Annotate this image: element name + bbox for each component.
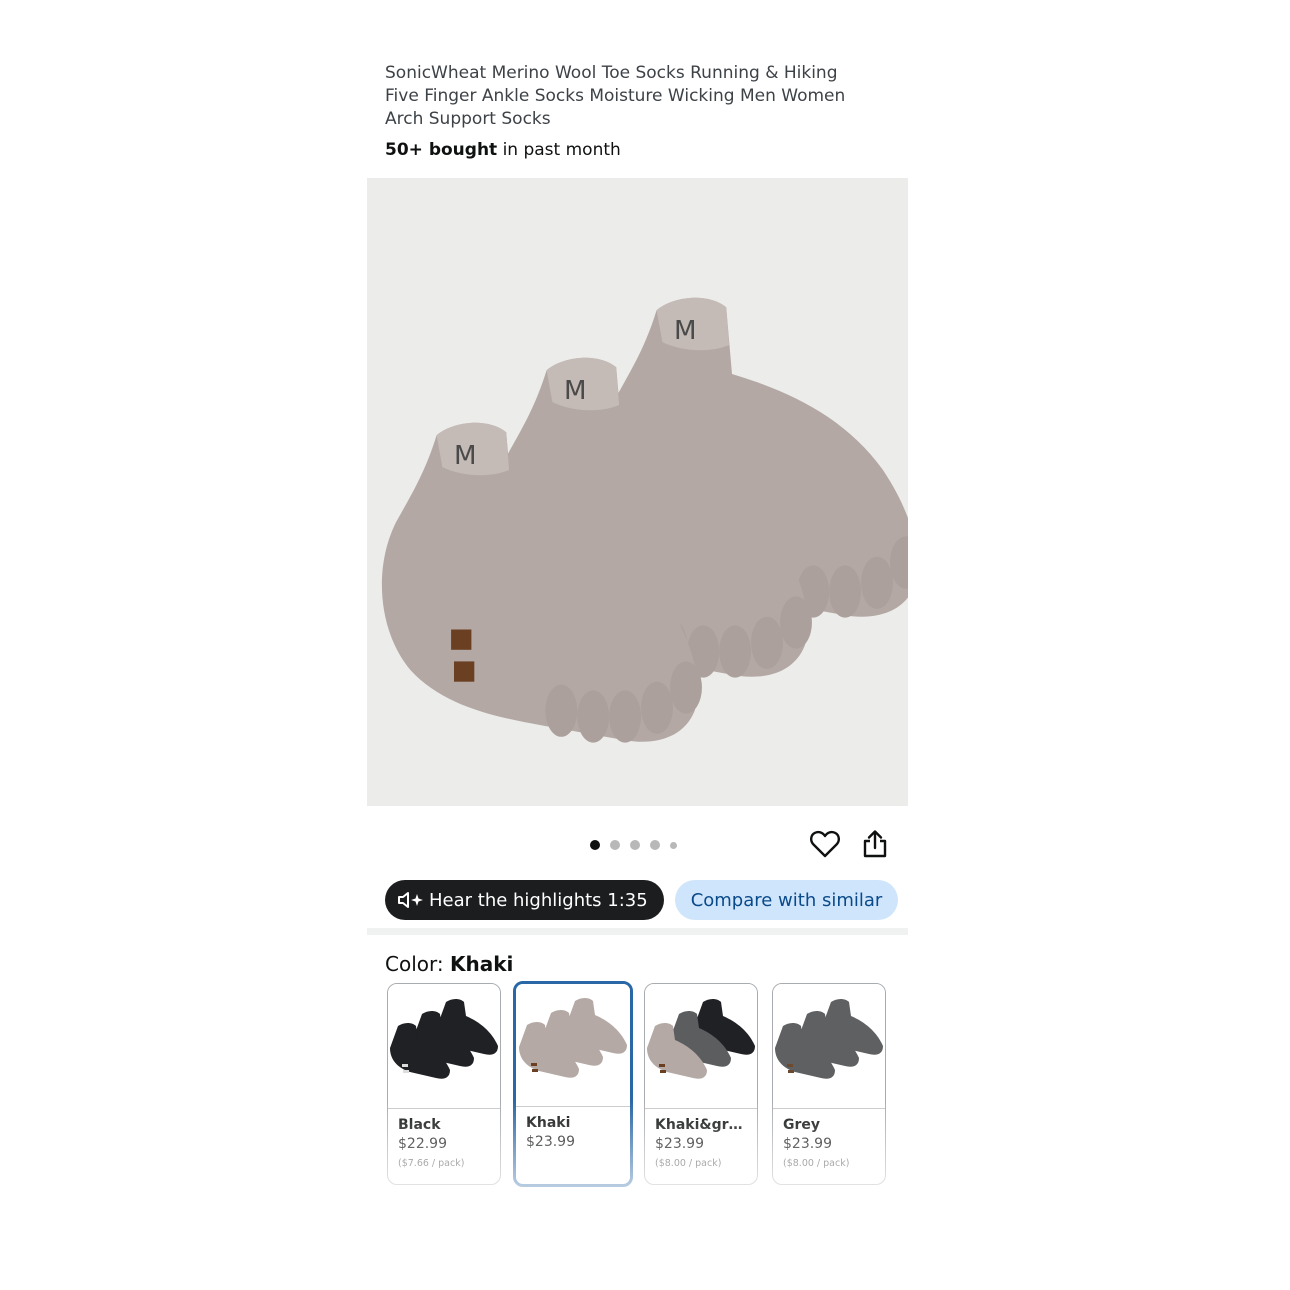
product-image[interactable]: M bbox=[367, 178, 908, 806]
gallery-dot[interactable] bbox=[610, 840, 620, 850]
swatch-thumbnail bbox=[516, 984, 630, 1107]
gallery-dot[interactable] bbox=[590, 840, 600, 850]
compare-similar-chip[interactable]: Compare with similar bbox=[674, 880, 899, 920]
swatch-khaki-grey[interactable]: Khaki&grey… $23.99 ($8.00 / pack) bbox=[644, 983, 758, 1185]
color-swatches: Black $22.99 ($7.66 / pack) Khaki $23.99 bbox=[387, 981, 907, 1188]
swatch-price: $23.99 bbox=[526, 1134, 575, 1150]
color-label: Color: Khaki bbox=[385, 952, 513, 976]
swatch-name: Khaki&grey… bbox=[655, 1117, 749, 1133]
swatch-name: Khaki bbox=[526, 1115, 571, 1131]
hear-highlights-chip[interactable]: Hear the highlights 1:35 bbox=[385, 880, 664, 920]
section-divider bbox=[367, 928, 908, 935]
hear-highlights-label: Hear the highlights 1:35 bbox=[429, 889, 648, 911]
swatch-price: $23.99 bbox=[655, 1136, 704, 1152]
swatch-thumbnail bbox=[388, 984, 500, 1109]
sock-thumbnail-black bbox=[390, 999, 498, 1079]
bought-count: 50+ bought in past month bbox=[385, 140, 621, 160]
compare-similar-label: Compare with similar bbox=[690, 889, 883, 911]
color-selected-value: Khaki bbox=[449, 952, 514, 976]
gallery-dot[interactable] bbox=[670, 841, 677, 849]
sock-thumbnail-khaki bbox=[519, 998, 627, 1078]
swatch-price: $22.99 bbox=[398, 1136, 447, 1152]
feature-chips[interactable]: Hear the highlights 1:35 Compare with si… bbox=[385, 880, 908, 920]
speaker-sparkle-icon bbox=[398, 892, 423, 908]
swatch-thumbnail bbox=[645, 984, 757, 1109]
swatch-name: Grey bbox=[783, 1117, 821, 1133]
swatch-price: $23.99 bbox=[783, 1136, 832, 1152]
chip-row: Hear the highlights 1:35 Compare with si… bbox=[385, 880, 908, 920]
share-button[interactable] bbox=[858, 827, 892, 861]
swatch-thumbnail bbox=[773, 984, 885, 1109]
swatch-unit-price: ($8.00 / pack) bbox=[655, 1158, 722, 1169]
color-label-prefix: Color: bbox=[385, 952, 450, 976]
gallery-dots[interactable] bbox=[590, 838, 677, 852]
heart-outline-icon bbox=[810, 830, 840, 858]
swatch-black[interactable]: Black $22.99 ($7.66 / pack) bbox=[387, 983, 501, 1185]
product-image-socks: M bbox=[381, 297, 908, 743]
swatch-unit-price: ($8.00 / pack) bbox=[783, 1158, 850, 1169]
swatch-name: Black bbox=[398, 1117, 441, 1133]
sock-thumbnail-khaki-grey bbox=[647, 999, 755, 1079]
swatch-unit-price: ($7.66 / pack) bbox=[398, 1158, 465, 1169]
bought-count-rest: in past month bbox=[497, 140, 621, 160]
wishlist-button[interactable] bbox=[808, 827, 842, 861]
sock-thumbnail-grey bbox=[775, 999, 883, 1079]
gallery-dot[interactable] bbox=[650, 840, 660, 850]
bought-count-bold: 50+ bought bbox=[385, 140, 498, 160]
product-title: SonicWheat Merino Wool Toe Socks Running… bbox=[385, 63, 846, 129]
gallery-dot[interactable] bbox=[630, 840, 640, 850]
swatch-khaki[interactable]: Khaki $23.99 bbox=[513, 981, 633, 1187]
swatch-grey[interactable]: Grey $23.99 ($8.00 / pack) bbox=[772, 983, 886, 1185]
share-icon bbox=[863, 830, 887, 858]
